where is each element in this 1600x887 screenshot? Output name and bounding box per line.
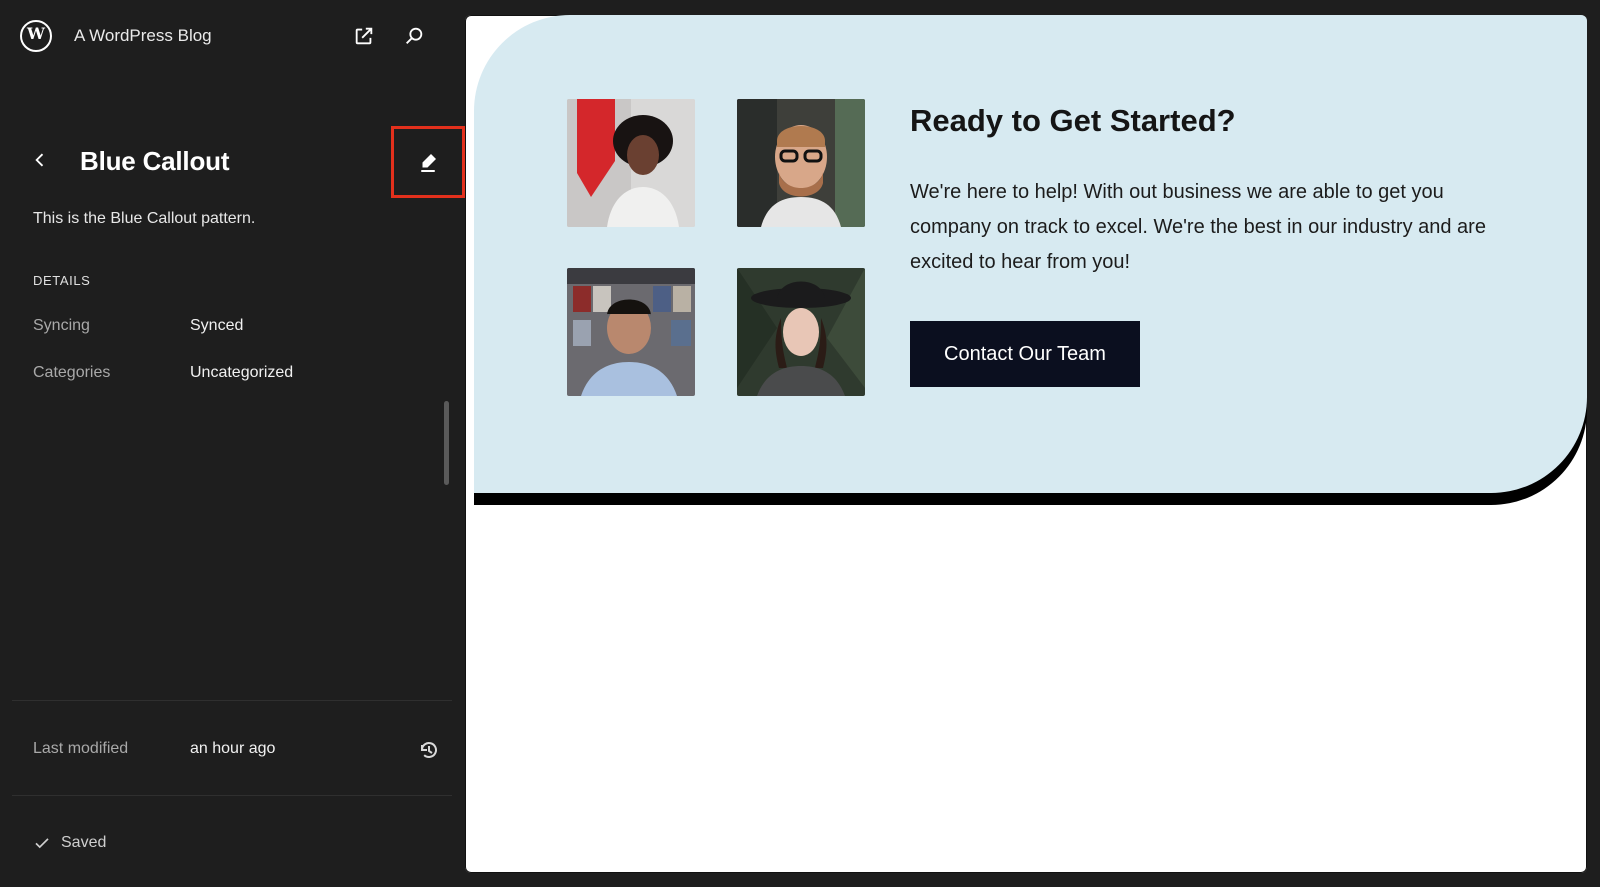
site-editor: W A WordPress Blog Blue Callout This is … xyxy=(0,0,1600,887)
saved-label: Saved xyxy=(61,834,107,851)
team-photo xyxy=(737,268,865,396)
last-modified-value: an hour ago xyxy=(190,740,276,757)
pencil-icon xyxy=(421,154,436,172)
team-photo xyxy=(567,268,695,396)
search-icon xyxy=(406,27,423,44)
last-modified-label: Last modified xyxy=(33,740,129,757)
chevron-left-icon xyxy=(35,153,44,167)
editor-canvas[interactable]: Ready to Get Started? We're here to help… xyxy=(465,15,1587,873)
team-photo xyxy=(567,99,695,227)
divider xyxy=(12,700,452,701)
categories-value: Uncategorized xyxy=(190,364,294,381)
contact-our-team-button[interactable]: Contact Our Team xyxy=(910,321,1140,387)
pattern-description: This is the Blue Callout pattern. xyxy=(33,210,256,227)
wordpress-logo-icon[interactable]: W xyxy=(20,20,52,52)
save-status: Saved xyxy=(33,834,106,852)
callout-body-text: We're here to help! With out business we… xyxy=(910,181,1486,273)
team-photo xyxy=(737,99,865,227)
edit-button[interactable] xyxy=(391,126,465,198)
categories-row: Categories Uncategorized xyxy=(33,364,433,388)
history-icon xyxy=(421,742,437,758)
open-site-button[interactable] xyxy=(348,20,380,52)
page-title: Blue Callout xyxy=(80,146,230,176)
details-heading: DETAILS xyxy=(33,273,91,288)
blue-callout-block: Ready to Get Started? We're here to help… xyxy=(474,15,1587,493)
top-bar: W A WordPress Blog xyxy=(0,0,465,72)
check-icon xyxy=(35,838,49,849)
callout-heading: Ready to Get Started? xyxy=(910,103,1236,138)
revisions-button[interactable] xyxy=(413,734,445,766)
divider xyxy=(12,795,452,796)
categories-label: Categories xyxy=(33,364,111,381)
syncing-value: Synced xyxy=(190,317,244,334)
external-link-icon xyxy=(355,27,373,45)
site-title[interactable]: A WordPress Blog xyxy=(74,26,212,46)
sidebar-scrollbar[interactable] xyxy=(444,401,449,485)
search-button[interactable] xyxy=(398,20,430,52)
last-modified-row: Last modified an hour ago xyxy=(33,740,433,764)
syncing-row: Syncing Synced xyxy=(33,317,433,341)
syncing-label: Syncing xyxy=(33,317,90,334)
back-button[interactable] xyxy=(26,146,54,174)
